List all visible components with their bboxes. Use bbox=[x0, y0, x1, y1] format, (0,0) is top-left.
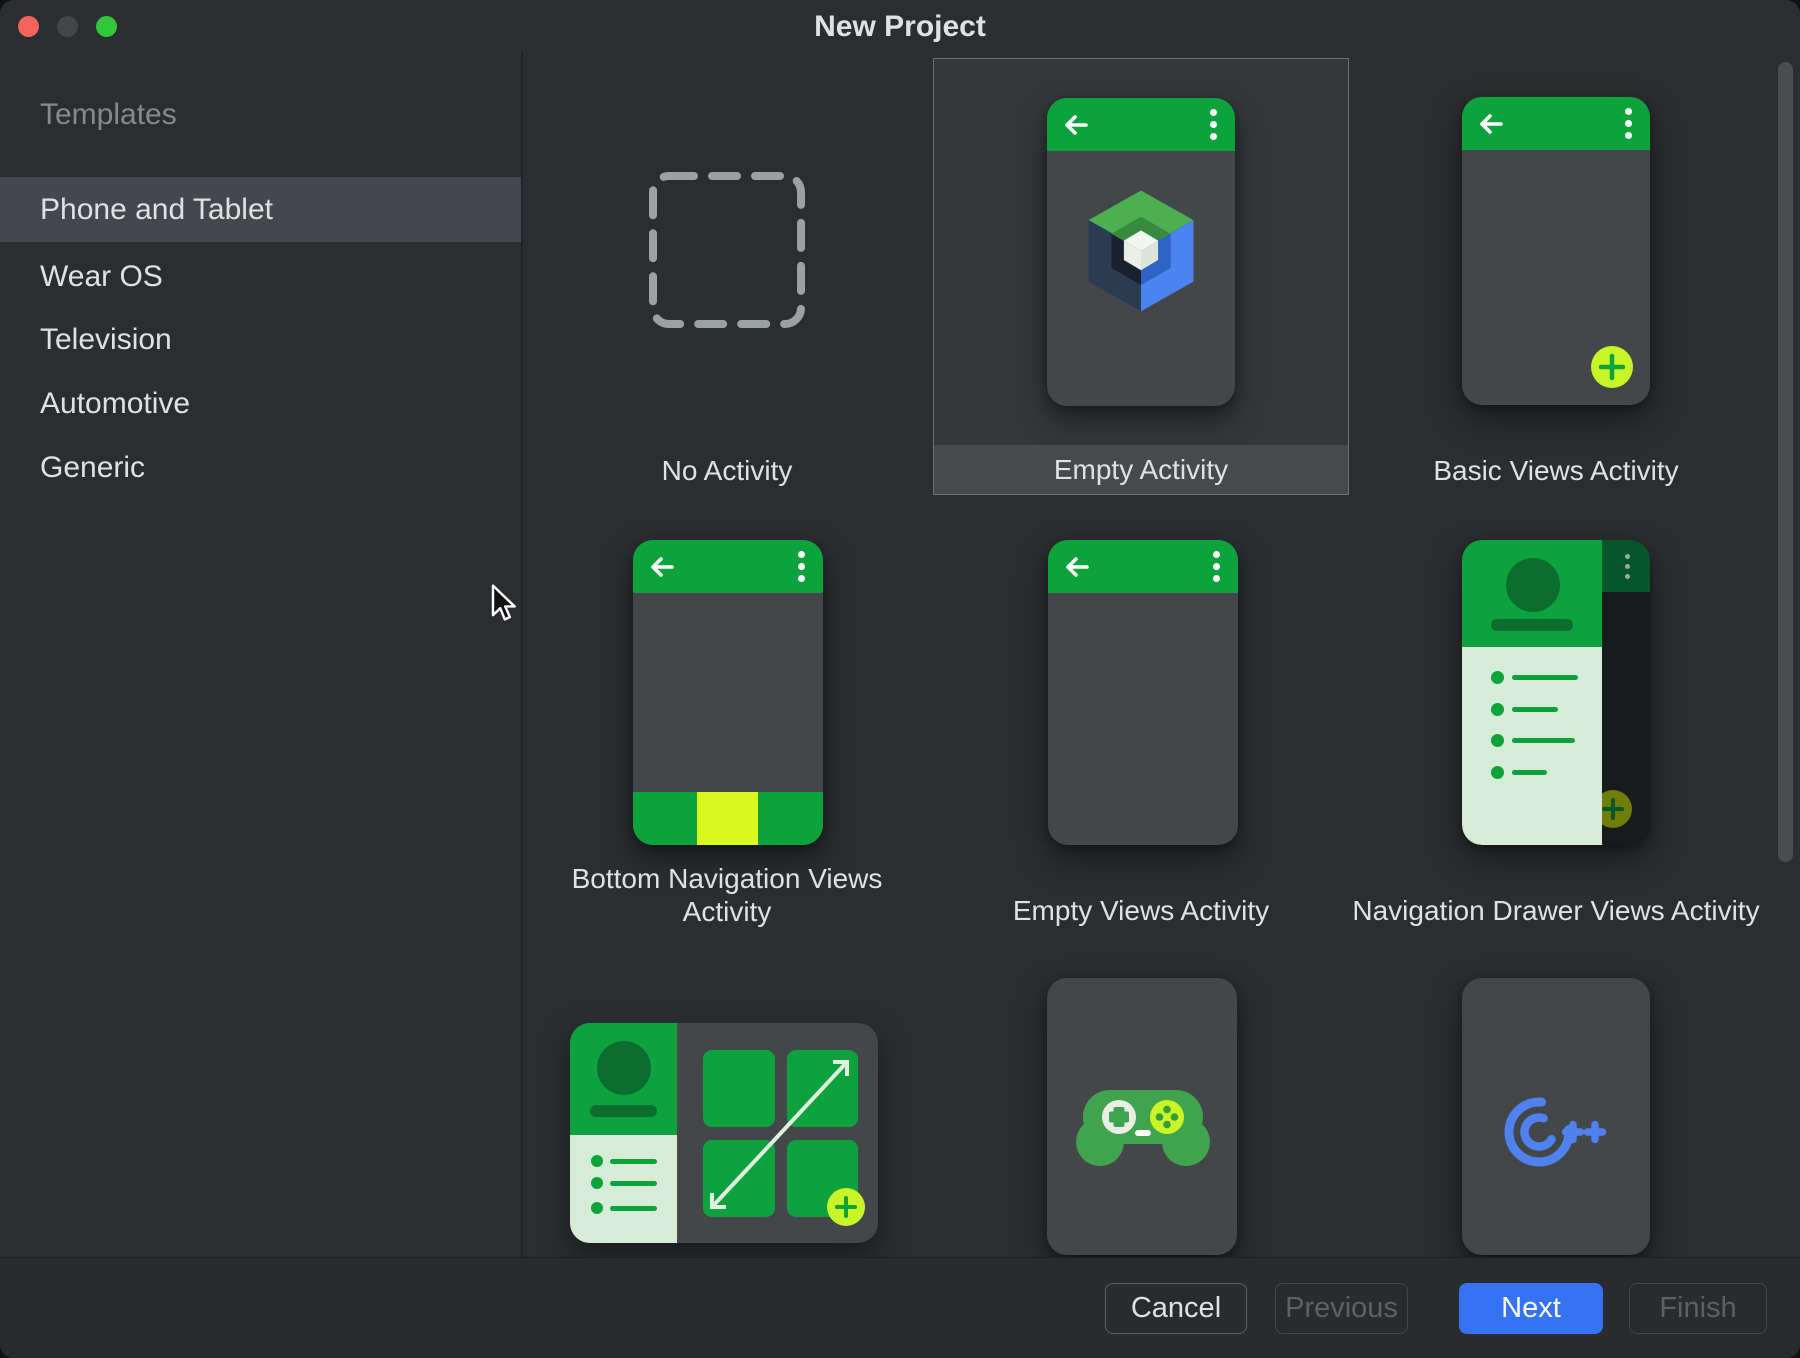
template-label: No Activity bbox=[519, 454, 935, 487]
dashed-square-icon bbox=[649, 172, 805, 328]
phone-appbar bbox=[1462, 97, 1650, 150]
vertical-scrollbar-thumb[interactable] bbox=[1778, 62, 1793, 862]
previous-button[interactable]: Previous bbox=[1275, 1283, 1408, 1334]
template-card-game-activity[interactable] bbox=[933, 978, 1349, 1258]
template-label: Navigation Drawer Views Activity bbox=[1348, 894, 1764, 927]
phone-mockup bbox=[1462, 97, 1650, 405]
back-arrow-icon bbox=[1063, 555, 1091, 579]
templates-header: Templates bbox=[40, 98, 177, 132]
template-card-empty-activity[interactable]: Empty Activity bbox=[933, 58, 1349, 495]
gamepad-icon bbox=[1062, 1072, 1222, 1172]
overflow-menu-icon bbox=[1625, 108, 1632, 139]
titlebar: New Project bbox=[0, 0, 1800, 52]
template-label: Empty Views Activity bbox=[933, 894, 1349, 927]
jetpack-compose-logo-icon bbox=[1084, 190, 1198, 314]
next-button[interactable]: Next bbox=[1459, 1283, 1603, 1334]
template-card-responsive-views[interactable] bbox=[519, 978, 935, 1258]
fab-plus-icon bbox=[1591, 346, 1633, 388]
sidebar-item-phone-and-tablet[interactable]: Phone and Tablet bbox=[0, 177, 522, 242]
template-label: Bottom Navigation Views Activity bbox=[552, 862, 902, 928]
template-card-basic-views-activity[interactable]: Basic Views Activity bbox=[1348, 58, 1764, 495]
phone-appbar bbox=[633, 540, 823, 593]
fab-plus-icon bbox=[827, 1188, 865, 1226]
window-title: New Project bbox=[0, 10, 1800, 44]
cancel-button[interactable]: Cancel bbox=[1105, 1283, 1247, 1334]
phone-mockup bbox=[1047, 978, 1237, 1255]
tablet-mockup bbox=[570, 1023, 878, 1243]
template-label: Basic Views Activity bbox=[1348, 454, 1764, 487]
template-label-selected: Empty Activity bbox=[934, 445, 1348, 494]
phone-mockup bbox=[1462, 540, 1650, 845]
cpp-logo-icon bbox=[1501, 1090, 1611, 1174]
template-card-bottom-navigation-views-activity[interactable]: Bottom Navigation Views Activity bbox=[519, 500, 935, 945]
phone-mockup bbox=[1047, 98, 1235, 406]
phone-mockup bbox=[1048, 540, 1238, 845]
template-card-empty-views-activity[interactable]: Empty Views Activity bbox=[933, 500, 1349, 945]
sidebar-item-generic[interactable]: Generic bbox=[0, 436, 522, 500]
mouse-cursor bbox=[489, 584, 517, 624]
finish-button[interactable]: Finish bbox=[1629, 1283, 1767, 1334]
overflow-menu-icon bbox=[798, 551, 805, 582]
bottom-nav-bar-icon bbox=[633, 792, 823, 845]
phone-appbar bbox=[1047, 98, 1235, 151]
sidebar-item-wear-os[interactable]: Wear OS bbox=[0, 245, 522, 309]
overflow-menu-icon bbox=[1213, 551, 1220, 582]
back-arrow-icon bbox=[1062, 113, 1090, 137]
sidebar-item-automotive[interactable]: Automotive bbox=[0, 372, 522, 436]
phone-mockup bbox=[1462, 978, 1650, 1255]
template-card-navigation-drawer-views-activity[interactable]: Navigation Drawer Views Activity bbox=[1348, 500, 1764, 945]
nav-drawer-icon bbox=[1462, 540, 1602, 845]
new-project-dialog: New Project Templates Phone and Tablet W… bbox=[0, 0, 1800, 1358]
footer-bar: Cancel Previous Next Finish bbox=[0, 1257, 1800, 1358]
sidebar-item-television[interactable]: Television bbox=[0, 308, 522, 372]
resize-diagonal-arrow-icon bbox=[700, 1050, 860, 1210]
overflow-menu-icon bbox=[1625, 554, 1630, 579]
template-card-native-cpp[interactable] bbox=[1348, 978, 1764, 1258]
phone-mockup bbox=[633, 540, 823, 845]
back-arrow-icon bbox=[1477, 112, 1505, 136]
template-card-no-activity[interactable]: No Activity bbox=[519, 58, 935, 495]
nav-drawer-icon bbox=[570, 1023, 677, 1243]
back-arrow-icon bbox=[648, 555, 676, 579]
phone-appbar bbox=[1048, 540, 1238, 593]
overflow-menu-icon bbox=[1210, 109, 1217, 140]
